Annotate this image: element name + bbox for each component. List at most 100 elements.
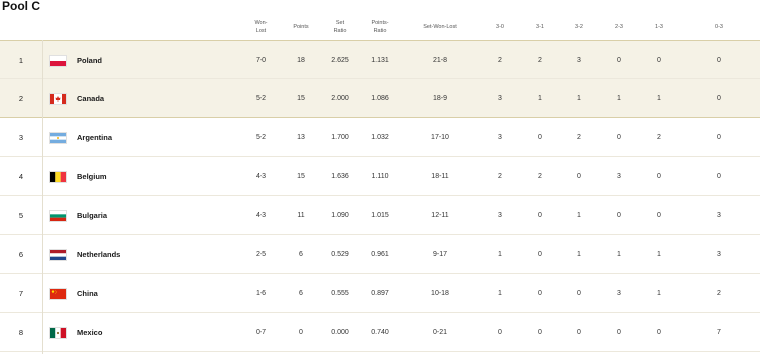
team-name[interactable]: Argentina xyxy=(77,118,227,157)
table-row-china[interactable]: 7 China 1-6 6 0.555 0.897 10-18 1 0 0 3 … xyxy=(0,274,760,313)
table-row-poland[interactable]: 1 Poland 7-0 18 2.625 1.131 21-8 2 2 3 0… xyxy=(0,40,760,79)
points-ratio: 0.897 xyxy=(371,290,389,297)
result-1-3: 0 xyxy=(657,212,661,219)
header-0-3[interactable]: 0-3 xyxy=(704,14,734,40)
rank: 7 xyxy=(18,289,24,298)
result-3-0: 3 xyxy=(498,95,502,102)
points: 0 xyxy=(299,329,303,336)
table-row-belgium[interactable]: 4 Belgium 4-3 15 1.636 1.110 18-11 2 2 0… xyxy=(0,157,760,196)
result-3-0: 3 xyxy=(498,134,502,141)
result-3-1: 0 xyxy=(538,212,542,219)
result-0-3: 0 xyxy=(717,134,721,141)
won-lost: 1-6 xyxy=(255,290,267,297)
won-lost: 5-2 xyxy=(255,134,267,141)
header-set-ratio[interactable]: Set Ratio xyxy=(325,14,355,40)
poland-flag-icon xyxy=(49,55,67,67)
result-0-3: 3 xyxy=(717,251,721,258)
rank: 3 xyxy=(18,133,24,142)
result-3-1: 1 xyxy=(538,95,542,102)
canada-flag-icon xyxy=(49,93,67,105)
result-2-3: 0 xyxy=(617,212,621,219)
header-1-3[interactable]: 1-3 xyxy=(644,14,674,40)
points: 11 xyxy=(297,212,305,219)
header-won-lost[interactable]: Won- Lost xyxy=(246,14,276,40)
result-3-0: 2 xyxy=(498,173,502,180)
result-3-0: 1 xyxy=(498,251,502,258)
set-ratio: 0.529 xyxy=(331,251,349,258)
result-3-1: 0 xyxy=(538,290,542,297)
set-ratio: 0.555 xyxy=(331,290,349,297)
rank: 5 xyxy=(18,211,24,220)
result-2-3: 3 xyxy=(617,290,621,297)
table-row-canada[interactable]: 2 Canada 5-2 15 2.000 1.086 18-9 3 1 1 1… xyxy=(0,79,760,118)
won-lost: 4-3 xyxy=(255,212,267,219)
result-1-3: 2 xyxy=(657,134,661,141)
result-1-3: 0 xyxy=(657,57,661,64)
header-3-1[interactable]: 3-1 xyxy=(525,14,555,40)
team-name[interactable]: Bulgaria xyxy=(77,196,227,235)
result-3-1: 0 xyxy=(538,134,542,141)
result-3-2: 0 xyxy=(577,290,581,297)
result-1-3: 1 xyxy=(657,95,661,102)
result-3-2: 0 xyxy=(577,173,581,180)
set-ratio: 1.636 xyxy=(331,173,349,180)
team-name[interactable]: China xyxy=(77,274,227,313)
belgium-flag-icon xyxy=(49,171,67,183)
result-2-3: 3 xyxy=(617,173,621,180)
points-ratio: 0.740 xyxy=(371,329,389,336)
won-lost: 5-2 xyxy=(255,95,267,102)
result-0-3: 3 xyxy=(717,212,721,219)
header-3-2[interactable]: 3-2 xyxy=(564,14,594,40)
set-won-lost: 10-18 xyxy=(431,290,449,297)
result-3-2: 1 xyxy=(577,95,581,102)
result-3-2: 3 xyxy=(577,57,581,64)
result-3-1: 0 xyxy=(538,329,542,336)
result-0-3: 0 xyxy=(717,95,721,102)
won-lost: 0-7 xyxy=(255,329,267,336)
table-row-mexico[interactable]: 8 Mexico 0-7 0 0.000 0.740 0-21 0 0 0 0 … xyxy=(0,313,760,352)
team-name[interactable]: Mexico xyxy=(77,313,227,352)
won-lost: 4-3 xyxy=(255,173,267,180)
points: 15 xyxy=(297,95,305,102)
result-1-3: 1 xyxy=(657,251,661,258)
table-row-bulgaria[interactable]: 5 Bulgaria 4-3 11 1.090 1.015 12-11 3 0 … xyxy=(0,196,760,235)
team-name[interactable]: Netherlands xyxy=(77,235,227,274)
rank: 8 xyxy=(18,328,24,337)
points: 6 xyxy=(299,290,303,297)
china-flag-icon xyxy=(49,288,67,300)
result-3-2: 1 xyxy=(577,212,581,219)
rank: 2 xyxy=(18,94,24,103)
points: 18 xyxy=(297,57,305,64)
set-won-lost: 18-11 xyxy=(431,173,449,180)
team-name[interactable]: Belgium xyxy=(77,157,227,196)
result-3-1: 0 xyxy=(538,251,542,258)
table-row-netherlands[interactable]: 6 Netherlands 2-5 6 0.529 0.961 9-17 1 0… xyxy=(0,235,760,274)
bulgaria-flag-icon xyxy=(49,210,67,222)
header-set-won-lost[interactable]: Set-Won-Lost xyxy=(410,14,470,40)
header-points[interactable]: Points xyxy=(286,14,316,40)
rank: 1 xyxy=(18,56,24,65)
points: 13 xyxy=(297,134,305,141)
header-3-0[interactable]: 3-0 xyxy=(485,14,515,40)
set-won-lost: 0-21 xyxy=(432,329,447,336)
header-2-3[interactable]: 2-3 xyxy=(604,14,634,40)
result-2-3: 1 xyxy=(617,251,621,258)
header-points-ratio[interactable]: Points- Ratio xyxy=(365,14,395,40)
team-name[interactable]: Canada xyxy=(77,79,227,118)
result-3-1: 2 xyxy=(538,173,542,180)
set-won-lost: 21-8 xyxy=(432,57,447,64)
result-0-3: 0 xyxy=(717,57,721,64)
team-name[interactable]: Poland xyxy=(77,41,227,80)
points-ratio: 1.131 xyxy=(371,57,389,64)
result-0-3: 0 xyxy=(717,173,721,180)
result-3-0: 0 xyxy=(498,329,502,336)
set-ratio: 0.000 xyxy=(331,329,349,336)
result-3-0: 3 xyxy=(498,212,502,219)
table-row-argentina[interactable]: 3 Argentina 5-2 13 1.700 1.032 17-10 3 0… xyxy=(0,118,760,157)
result-0-3: 7 xyxy=(717,329,721,336)
result-2-3: 1 xyxy=(617,95,621,102)
result-3-1: 2 xyxy=(538,57,542,64)
set-won-lost: 12-11 xyxy=(431,212,449,219)
points-ratio: 1.032 xyxy=(371,134,389,141)
result-3-0: 1 xyxy=(498,290,502,297)
